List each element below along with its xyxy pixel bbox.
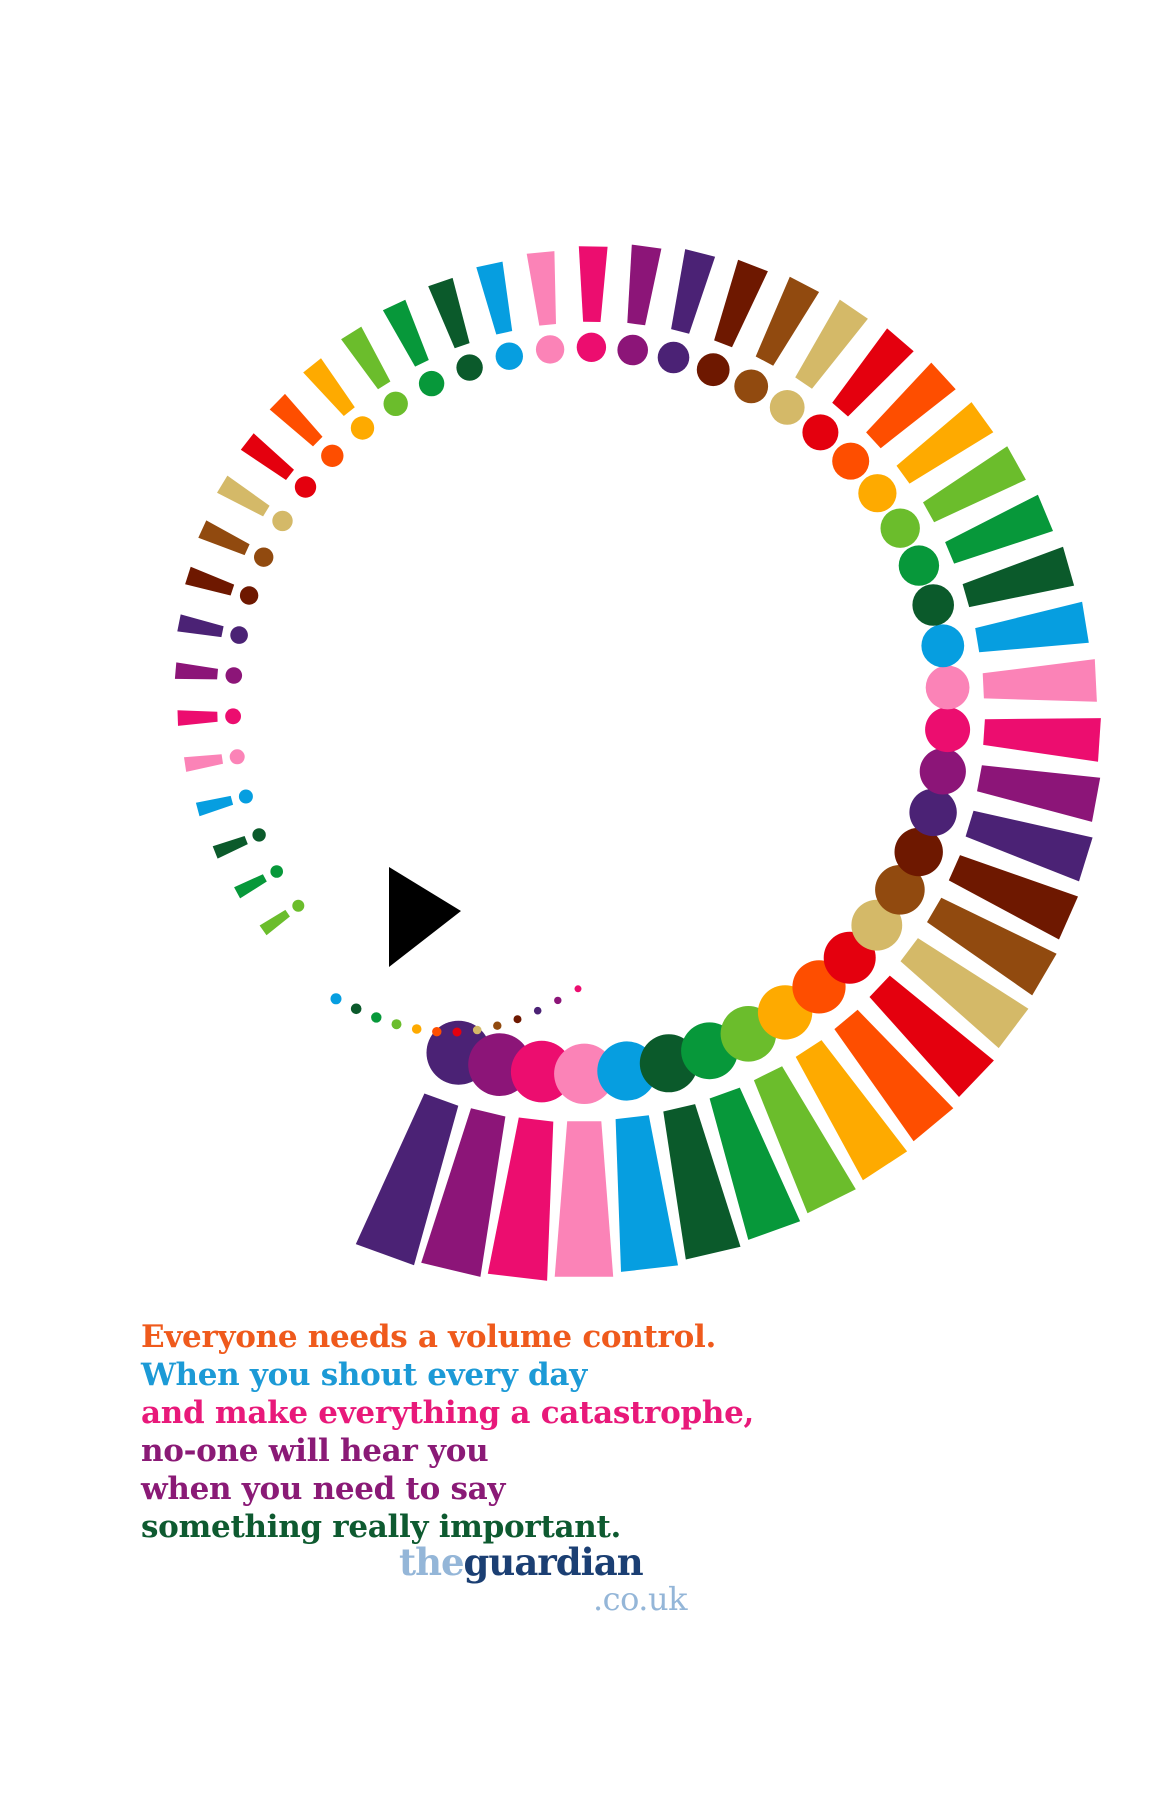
exclamation-bar bbox=[962, 546, 1075, 608]
exclamation-bar bbox=[476, 261, 513, 335]
exclamation-dot bbox=[225, 667, 243, 684]
exclamation-dot bbox=[495, 342, 523, 370]
guardian-logo[interactable]: theguardian bbox=[399, 1540, 644, 1584]
exclamation-bar bbox=[382, 299, 429, 367]
exclamation-dot bbox=[456, 354, 483, 381]
exclamation-bar bbox=[177, 710, 218, 726]
exclamation-dot bbox=[321, 444, 344, 467]
exclamation-bar bbox=[303, 358, 355, 416]
trail-dot bbox=[574, 985, 582, 993]
poster: Everyone needs a volume control. When yo… bbox=[0, 0, 1170, 1800]
trail-dot bbox=[330, 993, 342, 1005]
trail-dot bbox=[533, 1006, 542, 1015]
trail-dot bbox=[432, 1027, 442, 1037]
exclamation-bar bbox=[627, 244, 662, 326]
exclamation-dot bbox=[238, 789, 253, 804]
trail-dot bbox=[513, 1015, 522, 1024]
trail-dot bbox=[411, 1024, 422, 1034]
exclamation-dot bbox=[912, 584, 954, 626]
trail-dot bbox=[350, 1003, 362, 1015]
slogan: Everyone needs a volume control. When yo… bbox=[141, 1318, 841, 1546]
exclamation-dot bbox=[921, 624, 965, 668]
exclamation-dot bbox=[272, 510, 293, 532]
exclamation-dot bbox=[909, 788, 957, 837]
exclamation-bar bbox=[982, 659, 1097, 702]
exclamation-dot bbox=[925, 665, 970, 710]
trail-dot bbox=[452, 1027, 462, 1037]
trail-dot bbox=[472, 1025, 482, 1035]
exclamation-dot bbox=[898, 545, 940, 586]
slogan-line-3: and make everything a catastrophe, bbox=[141, 1395, 754, 1431]
exclamation-bar bbox=[428, 277, 470, 349]
exclamation-dot bbox=[617, 334, 648, 366]
exclamation-dot bbox=[252, 828, 266, 842]
exclamation-dot bbox=[858, 474, 897, 513]
exclamation-dot bbox=[230, 626, 248, 644]
exclamation-dot bbox=[769, 390, 805, 425]
exclamation-bar bbox=[671, 249, 716, 334]
exclamation-dot bbox=[832, 442, 870, 480]
exclamation-bar bbox=[983, 718, 1101, 762]
exclamation-dot bbox=[225, 708, 242, 725]
exclamation-dot bbox=[535, 335, 565, 364]
exclamation-bar bbox=[259, 909, 290, 936]
exclamation-dot bbox=[925, 707, 971, 753]
exclamation-bar bbox=[195, 795, 234, 817]
exclamation-dot bbox=[270, 865, 284, 878]
trail-dot bbox=[391, 1019, 402, 1030]
trail-dot bbox=[493, 1021, 502, 1030]
exclamation-dot bbox=[418, 370, 445, 397]
trail-dot bbox=[371, 1012, 382, 1023]
logo-domain: .co.uk bbox=[593, 1580, 687, 1618]
exclamation-bar bbox=[975, 601, 1089, 653]
slogan-line-2: When you shout every day bbox=[141, 1357, 587, 1393]
exclamation-dot bbox=[802, 414, 839, 451]
exclamation-dot bbox=[292, 899, 305, 912]
trail-dot bbox=[554, 996, 562, 1005]
exclamation-bar bbox=[217, 475, 270, 517]
exclamation-bar bbox=[185, 566, 235, 596]
exclamation-bar bbox=[177, 614, 224, 638]
logo-the: the bbox=[399, 1540, 465, 1584]
exclamation-bar bbox=[234, 874, 267, 899]
slogan-line-1: Everyone needs a volume control. bbox=[141, 1319, 716, 1355]
exclamation-dot bbox=[294, 476, 317, 498]
exclamation-dot bbox=[696, 353, 730, 387]
exclamation-dot bbox=[734, 369, 769, 404]
exclamation-dot bbox=[880, 508, 920, 548]
exclamation-bar bbox=[269, 393, 323, 447]
slogan-line-5: when you need to say bbox=[141, 1471, 506, 1507]
exclamation-dot bbox=[229, 749, 245, 765]
exclamation-dot bbox=[919, 748, 966, 795]
exclamation-bar bbox=[578, 246, 608, 322]
exclamation-dot bbox=[576, 332, 607, 362]
exclamation-bar bbox=[240, 433, 294, 480]
exclamation-bar bbox=[526, 251, 556, 326]
exclamation-dot bbox=[657, 341, 690, 374]
exclamation-bar bbox=[341, 326, 391, 390]
exclamation-bar bbox=[174, 662, 218, 680]
logo-guardian: guardian bbox=[463, 1540, 644, 1584]
exclamation-dot bbox=[350, 416, 375, 440]
exclamation-bar bbox=[554, 1121, 614, 1277]
exclamation-dot bbox=[383, 391, 408, 416]
play-icon[interactable] bbox=[389, 867, 461, 967]
exclamation-bar bbox=[977, 765, 1101, 822]
exclamation-bar bbox=[184, 754, 223, 772]
exclamation-dot bbox=[254, 547, 274, 567]
slogan-line-4: no-one will hear you bbox=[141, 1433, 489, 1469]
exclamation-dot bbox=[239, 586, 259, 605]
exclamation-bar bbox=[198, 520, 250, 556]
exclamation-bar bbox=[714, 259, 768, 348]
exclamation-bar bbox=[212, 836, 248, 859]
